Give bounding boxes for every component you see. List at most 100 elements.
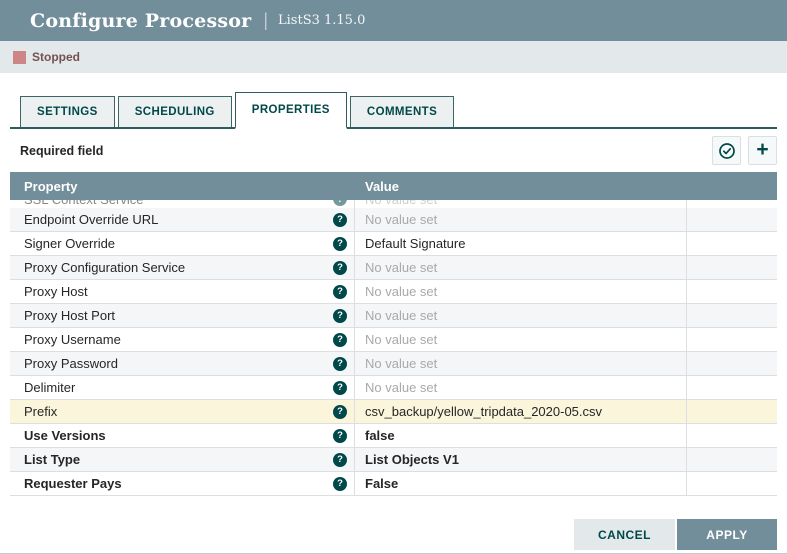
property-name-cell: Use Versions? bbox=[10, 424, 355, 447]
property-value-cell[interactable]: No value set bbox=[355, 328, 687, 351]
clipped-property-row: SSL Context Service? No value set bbox=[10, 200, 777, 208]
verify-properties-button[interactable] bbox=[712, 136, 741, 165]
property-name: List Type bbox=[24, 452, 80, 467]
tab-settings[interactable]: SETTINGS bbox=[20, 96, 115, 127]
property-value-cell[interactable]: List Objects V1 bbox=[355, 448, 687, 471]
dialog-header: Configure Processor | ListS3 1.15.0 bbox=[0, 0, 787, 41]
property-row: Proxy Username? No value set bbox=[10, 328, 777, 352]
help-icon[interactable]: ? bbox=[333, 200, 347, 206]
plus-icon: + bbox=[756, 139, 768, 160]
tab-bar: SETTINGS SCHEDULING PROPERTIES COMMENTS bbox=[10, 92, 777, 129]
property-value-cell[interactable]: False bbox=[355, 472, 687, 495]
property-name: Endpoint Override URL bbox=[24, 212, 158, 227]
dialog-title: Configure Processor bbox=[30, 10, 251, 32]
property-name: Proxy Host Port bbox=[24, 308, 115, 323]
property-row: Signer Override? Default Signature bbox=[10, 232, 777, 256]
property-value: List Objects V1 bbox=[365, 452, 459, 467]
tab-properties[interactable]: PROPERTIES bbox=[235, 92, 347, 129]
help-icon[interactable]: ? bbox=[333, 285, 347, 299]
help-icon[interactable]: ? bbox=[333, 261, 347, 275]
help-icon[interactable]: ? bbox=[333, 429, 347, 443]
property-name: Proxy Username bbox=[24, 332, 121, 347]
property-value: No value set bbox=[365, 380, 437, 395]
property-row: List Type? List Objects V1 bbox=[10, 448, 777, 472]
property-value-cell[interactable]: No value set bbox=[355, 304, 687, 327]
property-value-cell[interactable]: No value set bbox=[355, 208, 687, 231]
help-icon[interactable]: ? bbox=[333, 477, 347, 491]
column-header-property: Property bbox=[10, 179, 355, 194]
property-name-cell: Proxy Configuration Service? bbox=[10, 256, 355, 279]
check-circle-icon bbox=[718, 142, 736, 160]
properties-table: Property Value SSL Context Service?No va… bbox=[10, 172, 777, 496]
help-icon[interactable]: ? bbox=[333, 213, 347, 227]
property-row: Endpoint Override URL? No value set bbox=[10, 208, 777, 232]
property-value: No value set bbox=[365, 200, 437, 207]
required-field-label: Required field bbox=[10, 144, 103, 158]
help-icon[interactable]: ? bbox=[333, 309, 347, 323]
property-value: No value set bbox=[365, 284, 437, 299]
configure-processor-dialog: Configure Processor | ListS3 1.15.0 Stop… bbox=[0, 0, 787, 554]
property-name-cell: List Type? bbox=[10, 448, 355, 471]
property-name-cell: Proxy Username? bbox=[10, 328, 355, 351]
help-icon[interactable]: ? bbox=[333, 405, 347, 419]
property-name-cell: SSL Context Service? bbox=[10, 200, 355, 208]
property-row: Proxy Host Port? No value set bbox=[10, 304, 777, 328]
dialog-footer: CANCEL APPLY bbox=[574, 519, 777, 550]
table-body: SSL Context Service?No value setEndpoint… bbox=[10, 200, 777, 496]
help-icon[interactable]: ? bbox=[333, 453, 347, 467]
cancel-button[interactable]: CANCEL bbox=[574, 519, 675, 550]
property-name-cell: Proxy Host Port? bbox=[10, 304, 355, 327]
tab-comments[interactable]: COMMENTS bbox=[350, 96, 454, 127]
property-name-cell: Prefix? bbox=[10, 400, 355, 423]
property-name: Use Versions bbox=[24, 428, 106, 443]
property-row: Requester Pays? False bbox=[10, 472, 777, 496]
property-row: Proxy Configuration Service? No value set bbox=[10, 256, 777, 280]
properties-toolbar: Required field + bbox=[10, 129, 777, 172]
property-value: No value set bbox=[365, 308, 437, 323]
property-name: Signer Override bbox=[24, 236, 115, 251]
property-value: No value set bbox=[365, 212, 437, 227]
help-icon[interactable]: ? bbox=[333, 333, 347, 347]
tab-label: COMMENTS bbox=[367, 106, 437, 118]
property-value: csv_backup/yellow_tripdata_2020-05.csv bbox=[365, 404, 602, 419]
property-row: Prefix? csv_backup/yellow_tripdata_2020-0… bbox=[10, 400, 777, 424]
processor-name-version: ListS3 1.15.0 bbox=[278, 13, 365, 28]
property-value: No value set bbox=[365, 356, 437, 371]
tab-scheduling[interactable]: SCHEDULING bbox=[118, 96, 232, 127]
tab-label: SCHEDULING bbox=[135, 106, 215, 118]
property-value: False bbox=[365, 476, 398, 491]
property-value-cell[interactable]: No value set bbox=[355, 256, 687, 279]
property-value-cell[interactable]: false bbox=[355, 424, 687, 447]
property-value: No value set bbox=[365, 332, 437, 347]
property-name-cell: Endpoint Override URL? bbox=[10, 208, 355, 231]
property-row: Proxy Host? No value set bbox=[10, 280, 777, 304]
property-value: No value set bbox=[365, 260, 437, 275]
property-row: Delimiter?No value set bbox=[10, 376, 777, 400]
stopped-status-icon bbox=[13, 51, 26, 64]
property-value-cell[interactable]: csv_backup/yellow_tripdata_2020-05.csv bbox=[355, 400, 687, 423]
property-name-cell: Signer Override? bbox=[10, 232, 355, 255]
property-name: Prefix bbox=[24, 404, 57, 419]
property-name: Requester Pays bbox=[24, 476, 122, 491]
tab-label: PROPERTIES bbox=[252, 104, 330, 116]
property-value-cell[interactable]: No value set bbox=[355, 376, 687, 399]
title-divider: | bbox=[263, 10, 268, 31]
property-value-cell[interactable]: Default Signature bbox=[355, 232, 687, 255]
apply-button[interactable]: APPLY bbox=[677, 519, 777, 550]
help-icon[interactable]: ? bbox=[333, 357, 347, 371]
help-icon[interactable]: ? bbox=[333, 237, 347, 251]
property-name-cell: Requester Pays? bbox=[10, 472, 355, 495]
property-value: Default Signature bbox=[365, 236, 465, 251]
add-property-button[interactable]: + bbox=[748, 136, 777, 165]
property-name: Proxy Password bbox=[24, 356, 118, 371]
property-value-cell[interactable]: No value set bbox=[355, 352, 687, 375]
property-value-cell[interactable]: No value set bbox=[355, 200, 687, 208]
property-row: Proxy Password? No value set bbox=[10, 352, 777, 376]
property-row: Use Versions? false bbox=[10, 424, 777, 448]
property-value-cell[interactable]: No value set bbox=[355, 280, 687, 303]
scrolled-row-clip: SSL Context Service? No value set bbox=[10, 200, 777, 208]
help-icon[interactable]: ? bbox=[333, 381, 347, 395]
property-value: false bbox=[365, 428, 395, 443]
property-name: SSL Context Service bbox=[24, 200, 143, 207]
property-name-cell: Proxy Host? bbox=[10, 280, 355, 303]
